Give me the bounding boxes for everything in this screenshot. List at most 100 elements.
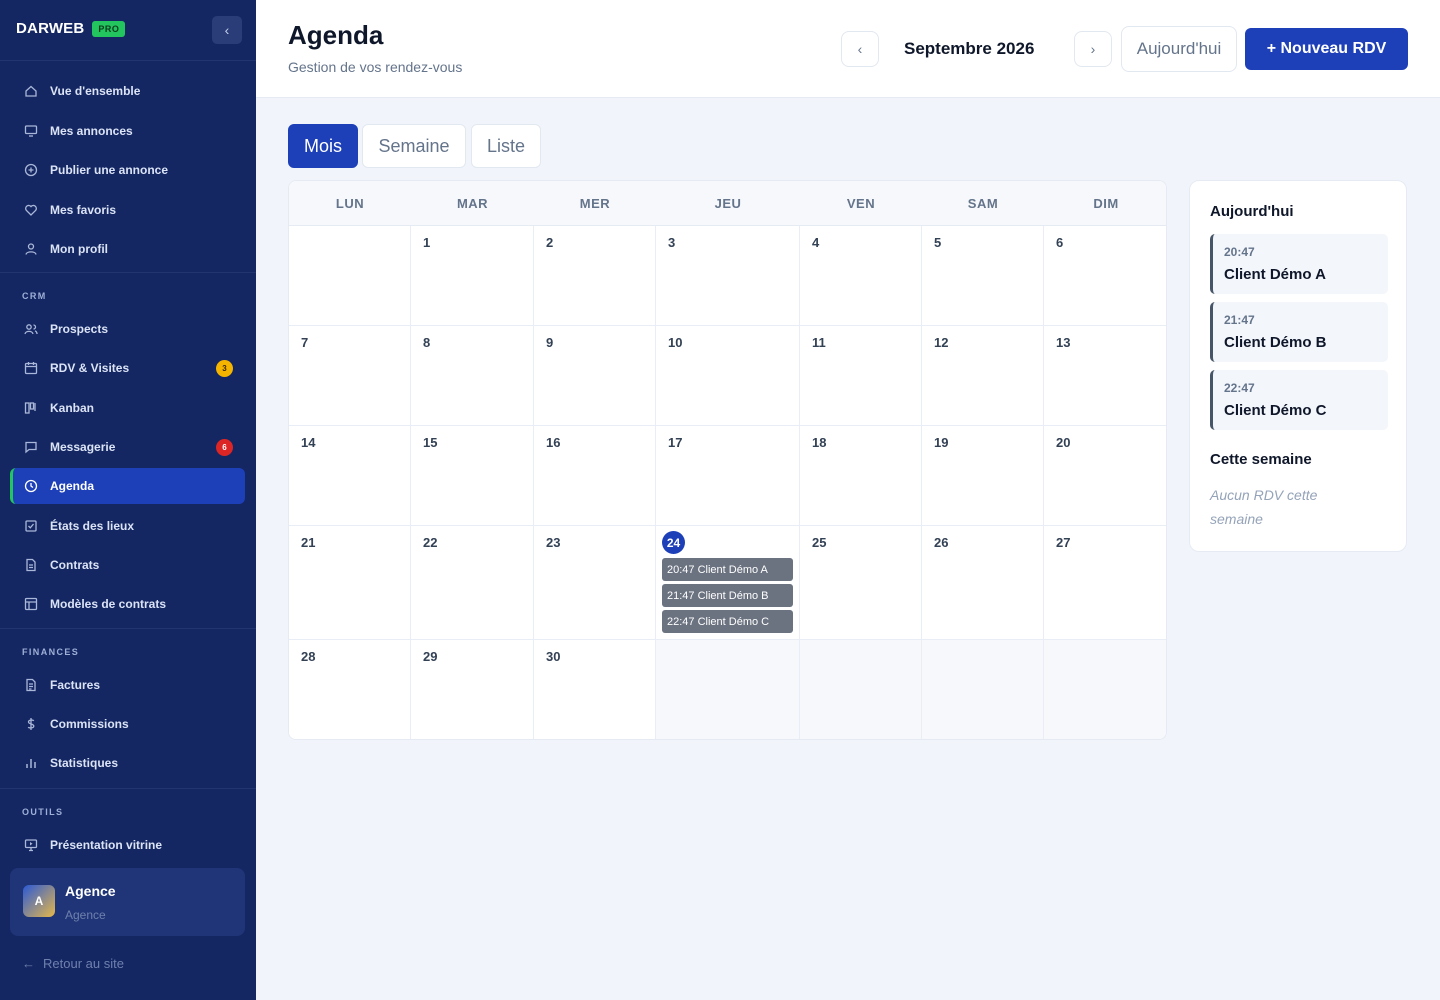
divider bbox=[0, 628, 256, 629]
tab-month[interactable]: Mois bbox=[288, 124, 358, 168]
week-section-title: Cette semaine bbox=[1210, 451, 1312, 468]
day-number: 9 bbox=[546, 335, 554, 350]
calendar-day-cell[interactable]: 6 bbox=[1044, 226, 1166, 326]
sidebar-item-vue-d-ensemble[interactable]: Vue d'ensemble bbox=[10, 73, 245, 109]
back-to-site-link[interactable]: ← Retour au site bbox=[22, 956, 124, 971]
prev-month-button[interactable]: ‹ bbox=[841, 31, 879, 67]
calendar-empty-cell bbox=[1044, 640, 1166, 739]
calendar-day-cell[interactable]: 4 bbox=[800, 226, 922, 326]
today-appointment-card[interactable]: 22:47 Client Démo C bbox=[1210, 370, 1388, 430]
day-number: 7 bbox=[301, 335, 309, 350]
sidebar-item-label: Agenda bbox=[50, 479, 95, 494]
brand[interactable]: DARWEB PRO bbox=[16, 20, 126, 37]
sidebar-item-prospects[interactable]: Prospects bbox=[10, 311, 245, 347]
tab-list[interactable]: Liste bbox=[471, 124, 541, 168]
calendar-day-cell[interactable]: 8 bbox=[411, 326, 534, 426]
calendar-event[interactable]: 21:47 Client Démo B bbox=[662, 584, 793, 607]
calendar-day-cell[interactable]: 28 bbox=[289, 640, 411, 739]
day-number: 30 bbox=[546, 649, 561, 664]
next-month-button[interactable]: › bbox=[1074, 31, 1112, 67]
today-appointment-card[interactable]: 21:47 Client Démo B bbox=[1210, 302, 1388, 362]
calendar-day-cell[interactable]: 3 bbox=[656, 226, 800, 326]
sidebar-item-agenda[interactable]: Agenda bbox=[10, 468, 245, 505]
day-number: 5 bbox=[934, 235, 942, 250]
calendar-day-cell[interactable]: 10 bbox=[656, 326, 800, 426]
day-number: 2 bbox=[546, 235, 554, 250]
appointment-time: 22:47 bbox=[1224, 381, 1255, 395]
calendar-day-cell[interactable]: 2 bbox=[534, 226, 656, 326]
calendar-day-cell[interactable]: 24 20:47 Client Démo A 21:47 Client Démo B… bbox=[656, 526, 800, 640]
tab-week[interactable]: Semaine bbox=[362, 124, 466, 168]
sidebar-item-etats-des-lieux[interactable]: États des lieux bbox=[10, 508, 245, 544]
calendar-day-cell[interactable]: 11 bbox=[800, 326, 922, 426]
sidebar-item-label: Statistiques bbox=[50, 756, 119, 770]
weekday-label: JEU bbox=[714, 196, 742, 211]
calendar-day-cell[interactable]: 15 bbox=[411, 426, 534, 526]
calendar-day-cell[interactable]: 19 bbox=[922, 426, 1044, 526]
calendar-day-cell[interactable]: 16 bbox=[534, 426, 656, 526]
appointment-client: Client Démo C bbox=[1224, 402, 1327, 419]
sidebar-item-mon-profil[interactable]: Mon profil bbox=[10, 231, 245, 267]
today-button[interactable]: Aujourd'hui bbox=[1121, 26, 1237, 72]
calendar-day-cell[interactable]: 21 bbox=[289, 526, 411, 640]
sidebar-item-publier-une-annonce[interactable]: Publier une annonce bbox=[10, 152, 245, 188]
day-number: 28 bbox=[301, 649, 316, 664]
sidebar-item-commissions[interactable]: Commissions bbox=[10, 706, 245, 742]
count-badge: 3 bbox=[216, 360, 233, 378]
appointment-client: Client Démo B bbox=[1224, 334, 1327, 351]
calendar-day-cell[interactable]: 27 bbox=[1044, 526, 1166, 640]
calendar-day-cell[interactable]: 12 bbox=[922, 326, 1044, 426]
sidebar-item-messagerie[interactable]: Messagerie 6 bbox=[10, 429, 245, 465]
calendar-day-cell[interactable]: 20 bbox=[1044, 426, 1166, 526]
calendar-day-cell[interactable]: 1 bbox=[411, 226, 534, 326]
weekday-label: MER bbox=[579, 196, 611, 211]
new-appointment-button[interactable]: + Nouveau RDV bbox=[1245, 28, 1408, 70]
calendar-day-cell[interactable]: 14 bbox=[289, 426, 411, 526]
divider bbox=[0, 272, 256, 273]
calendar-day-cell[interactable]: 18 bbox=[800, 426, 922, 526]
calendar-day-cell[interactable]: 26 bbox=[922, 526, 1044, 640]
calendar-event[interactable]: 20:47 Client Démo A bbox=[662, 558, 793, 581]
sidebar-item-modeles-de-contrats[interactable]: Modèles de contrats bbox=[10, 586, 245, 622]
calendar-day-cell[interactable]: 5 bbox=[922, 226, 1044, 326]
sidebar-item-contrats[interactable]: Contrats bbox=[10, 547, 245, 583]
calendar-day-cell[interactable]: 13 bbox=[1044, 326, 1166, 426]
day-number: 23 bbox=[546, 535, 561, 550]
sidebar-item-rdv-visites[interactable]: RDV & Visites 3 bbox=[10, 350, 245, 386]
user-card[interactable]: A Agence Agence bbox=[10, 868, 245, 936]
sidebar-item-presentation-vitrine[interactable]: Présentation vitrine bbox=[10, 827, 245, 863]
today-appointment-card[interactable]: 20:47 Client Démo A bbox=[1210, 234, 1388, 294]
sidebar-item-label: Modèles de contrats bbox=[50, 597, 167, 612]
calendar-empty-cell bbox=[800, 640, 922, 739]
appointment-client: Client Démo A bbox=[1224, 266, 1326, 283]
user-role: Agence bbox=[65, 908, 106, 922]
calendar-day-cell[interactable]: 30 bbox=[534, 640, 656, 739]
calendar-day-cell[interactable]: 7 bbox=[289, 326, 411, 426]
calendar-day-cell[interactable]: 22 bbox=[411, 526, 534, 640]
calendar-day-cell[interactable]: 23 bbox=[534, 526, 656, 640]
page-subtitle: Gestion de vos rendez-vous bbox=[288, 59, 463, 75]
calendar-day-cell[interactable]: 25 bbox=[800, 526, 922, 640]
day-number: 6 bbox=[1056, 235, 1064, 250]
sidebar-item-label: Contrats bbox=[50, 557, 100, 572]
page-title: Agenda bbox=[288, 20, 384, 50]
sidebar-item-mes-annonces[interactable]: Mes annonces bbox=[10, 113, 245, 149]
calendar-day-cell[interactable]: 9 bbox=[534, 326, 656, 426]
calendar-day-cell[interactable]: 17 bbox=[656, 426, 800, 526]
message-icon bbox=[24, 440, 38, 454]
sidebar: DARWEB PRO ‹ Vue d'ensemble Mes annonces P… bbox=[0, 0, 256, 1000]
calendar-event[interactable]: 22:47 Client Démo C bbox=[662, 610, 793, 633]
sidebar-item-statistiques[interactable]: Statistiques bbox=[10, 745, 245, 781]
calendar-day-cell[interactable]: 29 bbox=[411, 640, 534, 739]
user-name: Agence bbox=[65, 883, 116, 899]
sidebar-item-factures[interactable]: Factures bbox=[10, 667, 245, 703]
sidebar-item-kanban[interactable]: Kanban bbox=[10, 390, 245, 426]
sidebar-item-mes-favoris[interactable]: Mes favoris bbox=[10, 192, 245, 228]
day-number: 29 bbox=[423, 649, 438, 664]
divider bbox=[0, 60, 256, 61]
section-label-finances: FINANCES bbox=[22, 647, 80, 657]
back-link-label: Retour au site bbox=[43, 956, 124, 971]
collapse-sidebar-button[interactable]: ‹ bbox=[212, 16, 242, 44]
sidebar-item-label: Mes favoris bbox=[50, 202, 117, 217]
sidebar-item-label: Publier une annonce bbox=[50, 163, 169, 177]
